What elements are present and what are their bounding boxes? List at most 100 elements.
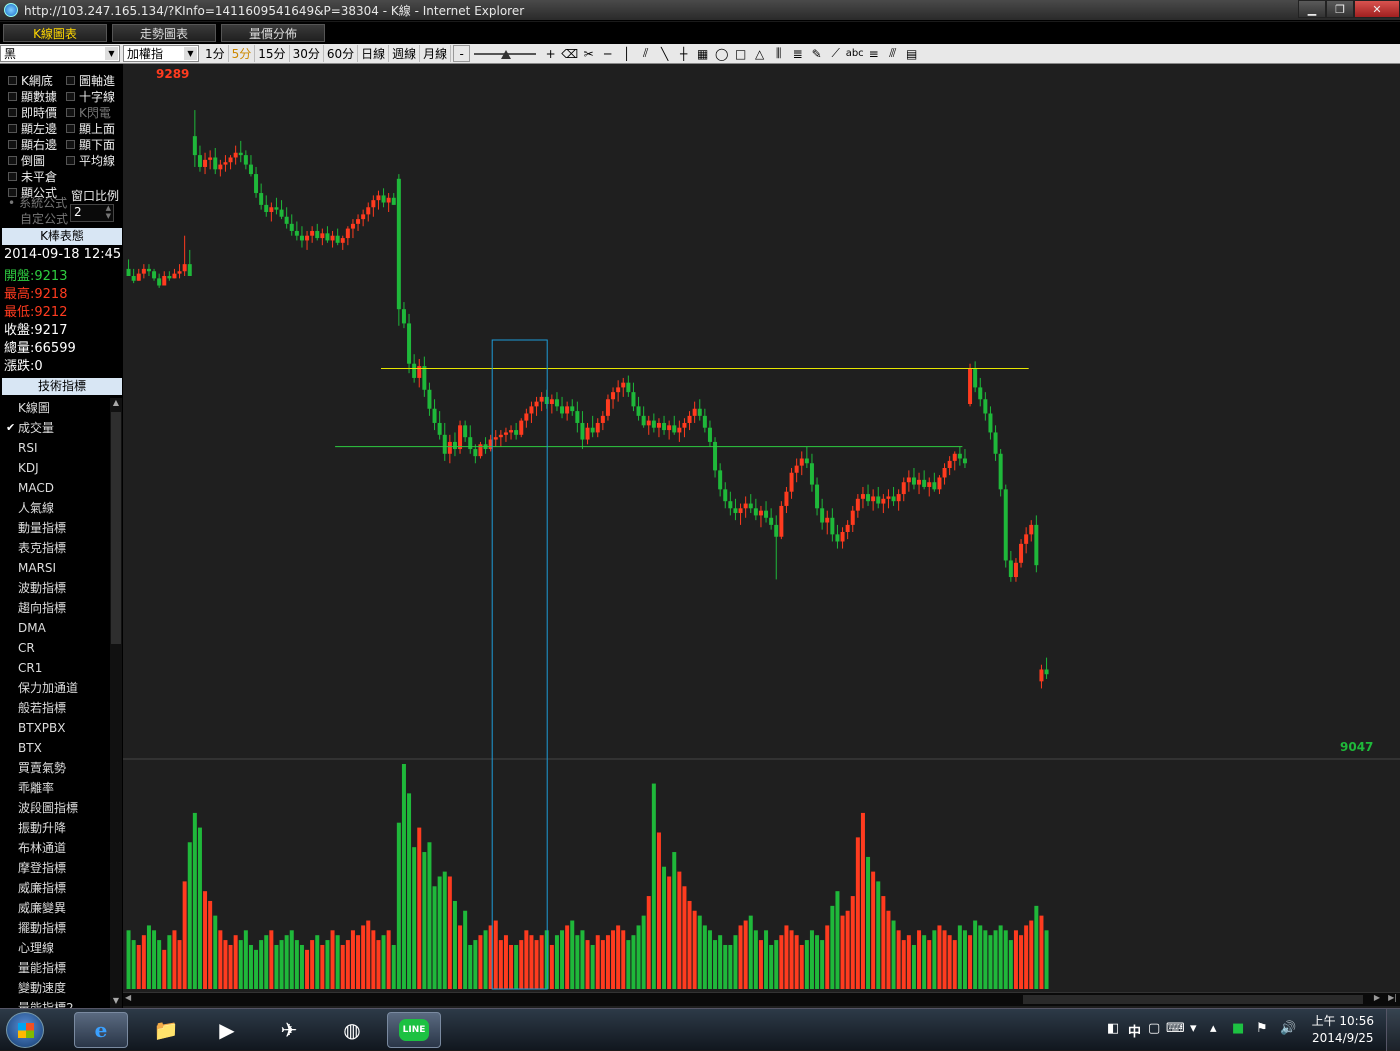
taskbar-app-icon[interactable]: ✈ — [262, 1012, 316, 1048]
fan-lines-icon[interactable]: ⟋ — [827, 45, 844, 62]
checkbox-icon[interactable] — [66, 92, 75, 101]
indicator-item[interactable]: 買賣氣勢 — [2, 758, 109, 778]
tray-window-icon[interactable]: ▢ — [1148, 1021, 1160, 1036]
horizontal-line-icon[interactable]: ─ — [599, 45, 616, 62]
indicator-item[interactable]: 摩登指標 — [2, 858, 109, 878]
scroll-left-icon[interactable]: ◀ — [125, 993, 131, 1002]
scroll-right-icon[interactable]: ▶ — [1374, 993, 1380, 1002]
scroll-thumb[interactable] — [111, 412, 121, 644]
triangle-icon[interactable]: △ — [751, 45, 768, 62]
close-button[interactable]: ✕ — [1354, 0, 1400, 18]
tray-flag-icon[interactable]: ⚑ — [1256, 1021, 1268, 1036]
indicator-scrollbar[interactable]: ▲ ▼ — [110, 398, 122, 1008]
indicator-item[interactable]: 威廉變異 — [2, 898, 109, 918]
indicator-item[interactable]: MACD — [2, 478, 109, 498]
option-7[interactable]: 顯上面 — [66, 120, 115, 137]
system-formula-radio[interactable]: • 系統公式 — [8, 194, 67, 211]
bars-icon[interactable]: ⫼ — [770, 45, 787, 62]
taskbar-media-player-icon[interactable]: ▶ — [200, 1012, 254, 1048]
scroll-end-icon[interactable]: ▶| — [1388, 993, 1397, 1002]
indicator-item[interactable]: CR1 — [2, 658, 109, 678]
option-11[interactable]: 平均線 — [66, 152, 115, 169]
indicator-item[interactable]: 趨向指標 — [2, 598, 109, 618]
tab-kline-chart[interactable]: K線圖表 — [3, 24, 107, 42]
indicator-item[interactable]: DMA — [2, 618, 109, 638]
period-30min[interactable]: 30分 — [290, 45, 324, 62]
indicator-item[interactable]: ✔ 成交量 — [2, 418, 109, 438]
ime-indicator[interactable]: 中 — [1128, 1021, 1141, 1040]
period-monthly[interactable]: 月線 — [420, 45, 452, 62]
taskbar-ie-icon[interactable]: e — [74, 1012, 128, 1048]
color-scheme-select[interactable]: 黑 ▼ — [0, 45, 120, 62]
trend-line-icon[interactable]: ╲ — [656, 45, 673, 62]
scroll-down-icon[interactable]: ▼ — [110, 996, 122, 1008]
clear-drawings-icon[interactable]: ✂ — [580, 45, 597, 62]
horizontal-scroll-thumb[interactable] — [1023, 995, 1363, 1004]
checkbox-icon[interactable] — [66, 156, 75, 165]
indicator-item[interactable]: BTXPBX — [2, 718, 109, 738]
custom-formula-label[interactable]: 自定公式 — [20, 210, 68, 227]
indicator-item[interactable]: 般若指標 — [2, 698, 109, 718]
checkbox-icon[interactable] — [66, 124, 75, 133]
indicator-item[interactable]: 保力加通道 — [2, 678, 109, 698]
checkbox-icon[interactable] — [8, 172, 17, 181]
vertical-line-icon[interactable]: │ — [618, 45, 635, 62]
checkbox-icon[interactable] — [8, 92, 17, 101]
text-tool-icon[interactable]: abc — [846, 45, 864, 62]
period-daily[interactable]: 日線 — [358, 45, 390, 62]
indicator-item[interactable]: RSI — [2, 438, 109, 458]
grid-icon[interactable]: ▦ — [694, 45, 711, 62]
indicator-item[interactable]: 量能指標 — [2, 958, 109, 978]
indicator-item[interactable]: CR — [2, 638, 109, 658]
option-12[interactable]: 未平倉 — [8, 168, 57, 185]
checkbox-icon[interactable] — [66, 108, 75, 117]
start-button[interactable] — [6, 1012, 44, 1048]
option-4[interactable]: 即時價 — [8, 104, 57, 121]
indicator-item[interactable]: 人氣線 — [2, 498, 109, 518]
checkbox-icon[interactable] — [66, 76, 75, 85]
checkbox-icon[interactable] — [8, 124, 17, 133]
checkbox-icon[interactable] — [8, 76, 17, 85]
option-8[interactable]: 顯右邊 — [8, 136, 57, 153]
crosshair-icon[interactable]: ┼ — [675, 45, 692, 62]
period-5min[interactable]: 5分 — [229, 45, 256, 62]
indicator-item[interactable]: 變動速度 — [2, 978, 109, 998]
tray-keyboard-icon[interactable]: ⌨ — [1166, 1021, 1185, 1036]
indicator-item[interactable]: MARSI — [2, 558, 109, 578]
period-15min[interactable]: 15分 — [255, 45, 290, 62]
option-5[interactable]: K閃電 — [66, 104, 111, 121]
checkmark-icon[interactable]: ✔ — [6, 418, 15, 438]
taskbar-explorer-icon[interactable]: 📁 — [139, 1012, 193, 1048]
checkbox-icon[interactable] — [8, 140, 17, 149]
period-1min[interactable]: 1分 — [202, 45, 229, 62]
indicator-item[interactable]: BTX — [2, 738, 109, 758]
system-clock[interactable]: 上午 10:56 2014/9/25 — [1312, 1013, 1374, 1047]
parallel-lines-icon[interactable]: ⫽ — [637, 45, 654, 62]
show-desktop-button[interactable] — [1386, 1009, 1400, 1051]
indicator-item[interactable]: 動量指標 — [2, 518, 109, 538]
zoom-out-button[interactable]: - — [453, 45, 471, 62]
indicator-item[interactable]: 表克指標 — [2, 538, 109, 558]
checkbox-icon[interactable] — [66, 140, 75, 149]
stepper-arrows-icon[interactable]: ▲ ▼ — [106, 204, 111, 220]
gann-icon[interactable]: ≡ — [865, 45, 882, 62]
tray-show-hidden-icon[interactable]: ▴ — [1210, 1021, 1217, 1036]
candlestick-chart[interactable]: 9289 9047 — [123, 64, 1400, 1008]
symbol-select[interactable]: 加權指 ▼ — [123, 45, 199, 62]
checkbox-icon[interactable] — [8, 156, 17, 165]
tray-line-icon[interactable]: ■ — [1232, 1021, 1244, 1036]
ellipse-icon[interactable]: ◯ — [713, 45, 730, 62]
indicator-item[interactable]: 波動指標 — [2, 578, 109, 598]
tray-volume-icon[interactable]: 🔊 — [1280, 1021, 1296, 1036]
indicator-item[interactable]: K線圖 — [2, 398, 109, 418]
option-10[interactable]: 倒圖 — [8, 152, 45, 169]
tab-trend-chart[interactable]: 走勢圖表 — [112, 24, 216, 42]
indicator-item[interactable]: 威廉指標 — [2, 878, 109, 898]
indicator-item[interactable]: 擺動指標 — [2, 918, 109, 938]
minimize-button[interactable]: ▁ — [1298, 0, 1326, 18]
pen-icon[interactable]: ✎ — [808, 45, 825, 62]
speed-lines-icon[interactable]: ⫻ — [884, 45, 901, 62]
period-60min[interactable]: 60分 — [324, 45, 359, 62]
zoom-in-button[interactable]: + — [542, 45, 559, 62]
fibonacci-icon[interactable]: ≣ — [789, 45, 806, 62]
